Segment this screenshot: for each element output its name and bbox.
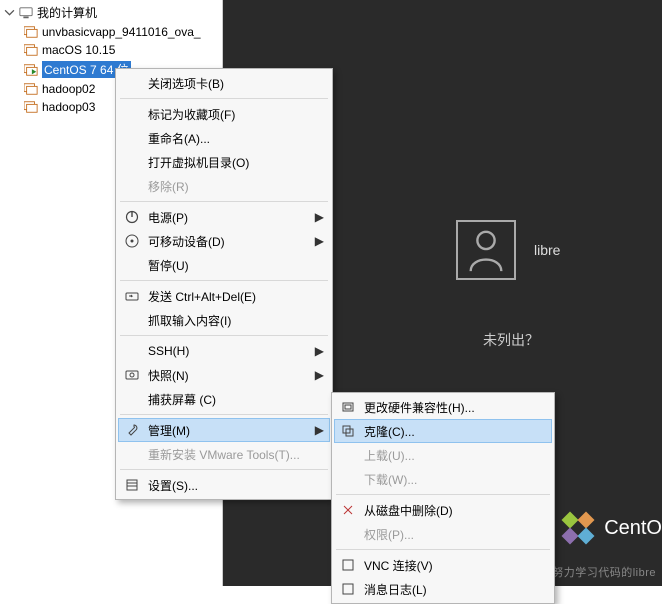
- submenu-arrow-icon: ▶: [315, 344, 324, 359]
- distro-logo: CentO: [560, 510, 662, 546]
- menu-grab-input[interactable]: 抓取输入内容(I): [118, 308, 330, 332]
- vm-icon: [24, 44, 38, 56]
- tree-item-label: hadoop03: [42, 100, 95, 114]
- menu-remove: 移除(R): [118, 174, 330, 198]
- unlisted-link[interactable]: 未列出？: [483, 330, 539, 350]
- delete-icon: [340, 502, 356, 518]
- disc-icon: [124, 233, 140, 249]
- menu-open-vm-dir[interactable]: 打开虚拟机目录(O): [118, 150, 330, 174]
- submenu-arrow-icon: ▶: [315, 234, 324, 249]
- login-username: libre: [534, 242, 560, 258]
- submenu-delete-from-disk[interactable]: 从磁盘中删除(D): [334, 498, 552, 522]
- tree-vm-item[interactable]: unvbasicvapp_9411016_ova_: [0, 23, 222, 41]
- settings-icon: [124, 477, 140, 493]
- submenu-arrow-icon: ▶: [315, 210, 324, 225]
- menu-removable-devices[interactable]: 可移动设备(D)▶: [118, 229, 330, 253]
- vm-icon: [24, 26, 38, 38]
- submenu-change-hw-compat[interactable]: 更改硬件兼容性(H)...: [334, 395, 552, 419]
- distro-name: CentO: [604, 517, 662, 540]
- submenu-permissions: 权限(P)...: [334, 522, 552, 546]
- vm-icon: [24, 83, 38, 95]
- submenu-clone[interactable]: 克隆(C)...: [334, 419, 552, 443]
- computer-icon: [19, 6, 33, 20]
- tree-item-label: hadoop02: [42, 82, 95, 96]
- vm-icon: [24, 101, 38, 113]
- menu-separator: [120, 201, 328, 202]
- menu-pause[interactable]: 暂停(U): [118, 253, 330, 277]
- tree-item-label: unvbasicvapp_9411016_ova_: [42, 25, 201, 39]
- submenu-message-log[interactable]: 消息日志(L): [334, 577, 552, 601]
- menu-reinstall-vmware-tools: 重新安装 VMware Tools(T)...: [118, 442, 330, 466]
- menu-close-tab[interactable]: 关闭选项卡(B): [118, 71, 330, 95]
- submenu-upload: 上载(U)...: [334, 443, 552, 467]
- checkbox-empty-icon: [340, 557, 356, 573]
- tree-root-label: 我的计算机: [37, 4, 97, 21]
- menu-capture-screen[interactable]: 捕获屏幕 (C): [118, 387, 330, 411]
- menu-separator: [336, 494, 550, 495]
- send-keys-icon: [124, 288, 140, 304]
- avatar-icon: [456, 220, 516, 280]
- collapse-icon[interactable]: [4, 7, 15, 18]
- menu-separator: [120, 469, 328, 470]
- manage-submenu: 更改硬件兼容性(H)... 克隆(C)... 上载(U)... 下载(W)...…: [331, 392, 555, 604]
- menu-separator: [120, 280, 328, 281]
- submenu-download: 下载(W)...: [334, 467, 552, 491]
- wrench-icon: [124, 422, 140, 438]
- snapshot-icon: [124, 367, 140, 383]
- vm-context-menu: 关闭选项卡(B) 标记为收藏项(F) 重命名(A)... 打开虚拟机目录(O) …: [115, 68, 333, 500]
- menu-manage[interactable]: 管理(M)▶: [118, 418, 330, 442]
- menu-mark-favorite[interactable]: 标记为收藏项(F): [118, 102, 330, 126]
- vm-running-icon: [24, 64, 38, 76]
- menu-ssh[interactable]: SSH(H)▶: [118, 339, 330, 363]
- hardware-icon: [340, 399, 356, 415]
- menu-power[interactable]: 电源(P)▶: [118, 205, 330, 229]
- tree-vm-item[interactable]: macOS 10.15: [0, 41, 222, 59]
- login-user-block[interactable]: libre: [456, 220, 560, 280]
- checkbox-empty-icon: [340, 581, 356, 597]
- tree-root-my-computer[interactable]: 我的计算机: [0, 2, 222, 23]
- menu-separator: [336, 549, 550, 550]
- menu-settings[interactable]: 设置(S)...: [118, 473, 330, 497]
- clone-icon: [340, 423, 356, 439]
- menu-send-ctrl-alt-del[interactable]: 发送 Ctrl+Alt+Del(E): [118, 284, 330, 308]
- menu-rename[interactable]: 重命名(A)...: [118, 126, 330, 150]
- menu-snapshot[interactable]: 快照(N)▶: [118, 363, 330, 387]
- submenu-vnc-connect[interactable]: VNC 连接(V): [334, 553, 552, 577]
- tree-item-label: macOS 10.15: [42, 43, 115, 57]
- submenu-arrow-icon: ▶: [315, 368, 324, 383]
- power-icon: [124, 209, 140, 225]
- submenu-arrow-icon: ▶: [315, 423, 324, 438]
- menu-separator: [120, 414, 328, 415]
- menu-separator: [120, 335, 328, 336]
- menu-separator: [120, 98, 328, 99]
- centos-icon: [560, 510, 596, 546]
